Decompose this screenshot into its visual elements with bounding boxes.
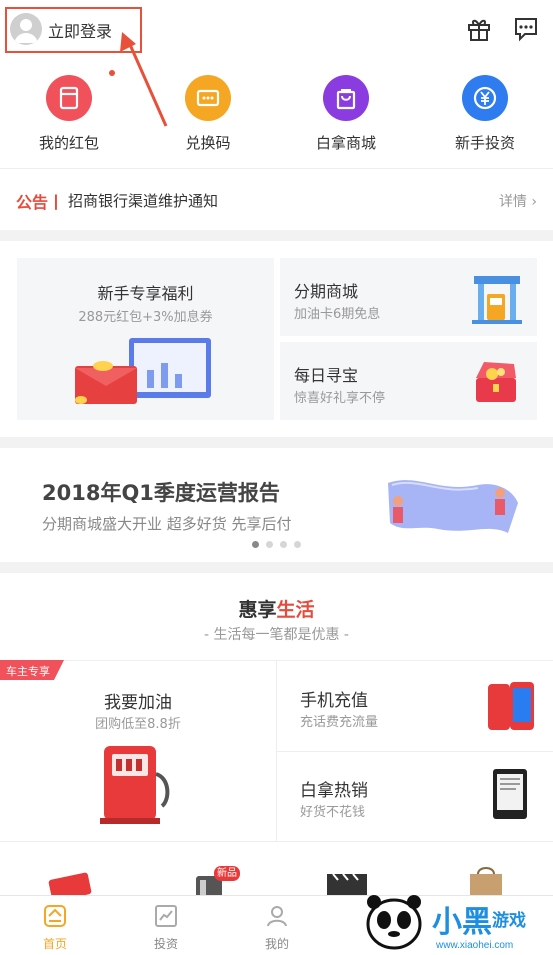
new-badge: 新品 [214,866,240,881]
entry-label: 新手投资 [454,134,515,152]
tab-label: 首页 [42,937,67,951]
card-title: 新手专享福利 [97,284,194,303]
user-icon [267,906,287,927]
entry-redeem-code[interactable]: 兑换码 [148,75,268,153]
notice-text[interactable]: 招商银行渠道维护通知 [68,190,218,211]
card-newbie-welfare[interactable]: 新手专享福利 288元红包+3%加息券 [17,258,274,420]
notice-tag: 公告丨 [16,193,65,212]
section-gap [0,437,553,448]
card-title: 每日寻宝 [294,366,359,385]
carousel-dot[interactable] [280,541,287,548]
banner-title: 2018年Q1季度运营报告 [42,481,280,505]
card-subtitle: 充话费充流量 [300,715,379,730]
entry-my-red-envelope[interactable]: 我的红包 [9,75,129,153]
card-subtitle: 加油卡6期免息 [294,307,381,322]
tab-home[interactable]: 首页 [20,904,90,952]
avatar[interactable] [10,13,42,45]
user-avatar-icon [14,19,38,43]
divider [0,168,553,169]
svg-text:www.xiaohei.com: www.xiaohei.com [435,940,513,951]
tab-label: 我的 [264,937,289,951]
entry-label: 我的红包 [38,134,99,152]
message-icon[interactable] [513,16,539,42]
entry-label: 兑换码 [185,134,231,152]
owner-tag: 车主专享 [6,665,50,678]
shopping-bag-icon [323,75,369,121]
banner-subtitle: 分期商城盛大开业 超多好货 先享后付 [42,515,292,533]
entry-newbie-invest[interactable]: 新手投资 [425,75,545,153]
entry-free-mall[interactable]: 白拿商城 [286,75,406,153]
life-title-highlight: 生活 [276,599,315,621]
card-title: 我要加油 [104,693,172,713]
home-icon [44,905,66,927]
notice-details-link[interactable]: 详情 › [499,191,537,211]
divider [0,841,553,842]
redeem-code-icon [185,75,231,121]
carousel-dot[interactable] [266,541,273,548]
card-subtitle: 团购低至8.8折 [95,717,181,732]
card-daily-treasure[interactable]: 每日寻宝 惊喜好礼享不停 [280,342,537,420]
svg-text:游戏: 游戏 [492,910,526,930]
red-envelope-icon [46,75,92,121]
fuel-pump-icon [100,746,170,824]
section-gap [0,230,553,241]
svg-text:小黑: 小黑 [432,906,492,939]
gas-pump-icon [472,276,522,324]
card-product-icon [48,872,92,896]
report-illustration [388,480,518,533]
card-title: 白拿热销 [300,781,368,801]
divider [277,751,553,752]
tab-label: 投资 [153,937,178,951]
watermark-logo: 小黑 游戏 www.xiaohei.com [366,895,526,951]
welfare-illustration [75,338,211,404]
phone-icon [488,682,534,730]
chart-icon [155,905,177,927]
tab-mine[interactable]: 我的 [242,904,312,952]
tab-invest[interactable]: 投资 [131,904,201,952]
page: 立即登录 我的红包 兑换码 白拿商城 新手投资 公告丨 招商银行渠道维护通知 详… [0,0,553,955]
gift-icon[interactable] [466,16,492,42]
card-installment-mall[interactable]: 分期商城 加油卡6期免息 [280,258,537,336]
card-subtitle: 288元红包+3%加息券 [78,310,213,325]
yuan-coin-icon [462,75,508,121]
ereader-icon [493,769,527,819]
section-gap [0,562,553,573]
carousel-dot[interactable] [294,541,301,548]
treasure-chest-icon [476,362,516,402]
entry-label: 白拿商城 [315,134,376,152]
card-title: 手机充值 [300,691,368,711]
life-section-subtitle: - 生活每一笔都是优惠 - [203,627,349,643]
card-subtitle: 惊喜好礼享不停 [294,391,386,406]
card-title: 分期商城 [294,282,359,301]
life-title-part: 惠享 [238,599,277,621]
card-subtitle: 好货不花钱 [300,805,366,820]
carousel-dot-active[interactable] [252,541,259,548]
life-section-title: 惠享生活 [0,595,553,622]
